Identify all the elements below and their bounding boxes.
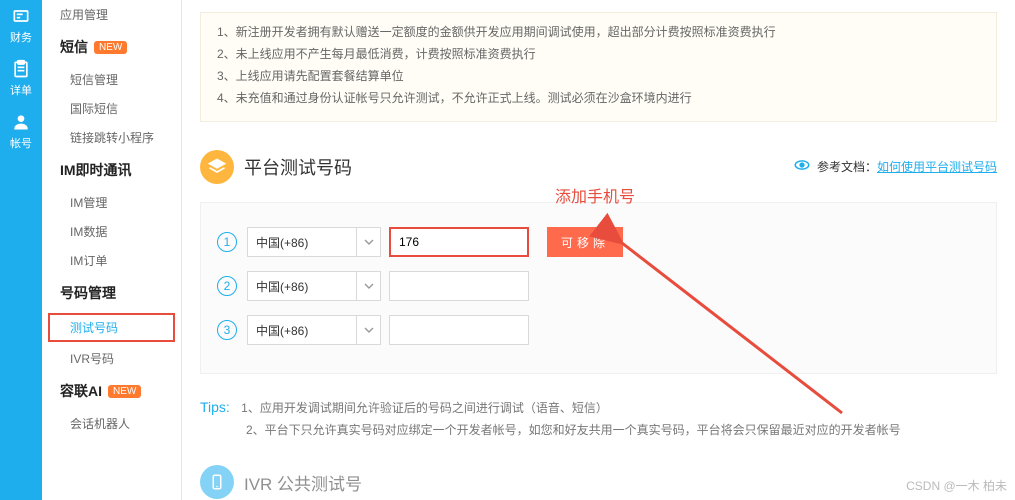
next-section-title: IVR 公共测试号	[244, 470, 362, 495]
sidebar-item-im-manage[interactable]: IM管理	[42, 188, 181, 217]
badge-new: NEW	[94, 41, 127, 54]
next-section-header: IVR 公共测试号	[200, 465, 997, 499]
phone-row: 3 中国(+86)	[217, 315, 980, 345]
phone-row: 1 中国(+86) 可移除	[217, 227, 980, 257]
country-dropdown-button[interactable]	[357, 315, 381, 345]
user-icon	[11, 112, 31, 132]
sidebar: 应用管理 短信 NEW 短信管理 国际短信 链接跳转小程序 IM即时通讯 IM管…	[42, 0, 182, 500]
sidebar-item-sms-manage[interactable]: 短信管理	[42, 65, 181, 94]
notice-line: 1、新注册开发者拥有默认赠送一定额度的金额供开发应用期间调试使用，超出部分计费按…	[217, 21, 980, 43]
sidebar-item-test-number[interactable]: 测试号码	[48, 313, 175, 342]
chevron-down-icon	[364, 281, 374, 291]
phone-input[interactable]	[389, 271, 529, 301]
row-number: 3	[217, 320, 237, 340]
country-dropdown-button[interactable]	[357, 227, 381, 257]
money-icon	[11, 6, 31, 26]
left-rail: 财务 详单 帐号	[0, 0, 42, 500]
phone-input[interactable]	[389, 315, 529, 345]
reference-doc: 参考文档： 如何使用平台测试号码	[793, 156, 997, 177]
reference-link[interactable]: 如何使用平台测试号码	[877, 158, 997, 175]
sidebar-top-item[interactable]: 应用管理	[42, 6, 181, 29]
sidebar-head-numbers[interactable]: 号码管理	[42, 275, 181, 311]
sidebar-item-im-orders[interactable]: IM订单	[42, 246, 181, 275]
row-number: 1	[217, 232, 237, 252]
rail-label: 帐号	[10, 135, 32, 151]
rail-item-details[interactable]: 详单	[10, 59, 32, 98]
sidebar-item-ivr-number[interactable]: IVR号码	[42, 344, 181, 373]
country-dropdown-button[interactable]	[357, 271, 381, 301]
country-select[interactable]: 中国(+86)	[247, 271, 357, 301]
phone-icon	[200, 465, 234, 499]
chevron-down-icon	[364, 325, 374, 335]
sidebar-item-intl-sms[interactable]: 国际短信	[42, 94, 181, 123]
sidebar-head-im[interactable]: IM即时通讯	[42, 152, 181, 188]
remove-button[interactable]: 可移除	[547, 227, 623, 257]
section-title: 平台测试号码	[244, 154, 352, 180]
phone-row: 2 中国(+86)	[217, 271, 980, 301]
sidebar-item-link-miniprogram[interactable]: 链接跳转小程序	[42, 123, 181, 152]
tips-label: Tips:	[200, 399, 230, 415]
chevron-down-icon	[364, 237, 374, 247]
notice-line: 2、未上线应用不产生每月最低消费，计费按照标准资费执行	[217, 43, 980, 65]
eye-icon	[793, 156, 811, 177]
badge-new: NEW	[108, 385, 141, 398]
rail-item-account[interactable]: 帐号	[10, 112, 32, 151]
section-header: 平台测试号码 参考文档： 如何使用平台测试号码	[200, 150, 997, 184]
notice-line: 4、未充值和通过身份认证帐号只允许测试，不允许正式上线。测试必须在沙盒环境内进行	[217, 87, 980, 109]
watermark: CSDN @一木 柏未	[906, 477, 1007, 494]
country-select[interactable]: 中国(+86)	[247, 227, 357, 257]
rail-label: 财务	[10, 29, 32, 45]
notice-box: 1、新注册开发者拥有默认赠送一定额度的金额供开发应用期间调试使用，超出部分计费按…	[200, 12, 997, 122]
rail-item-finance[interactable]: 财务	[10, 6, 32, 45]
sidebar-head-sms[interactable]: 短信 NEW	[42, 29, 181, 65]
notice-line: 3、上线应用请先配置套餐结算单位	[217, 65, 980, 87]
main-content: 1、新注册开发者拥有默认赠送一定额度的金额供开发应用期间调试使用，超出部分计费按…	[182, 0, 1015, 500]
country-select[interactable]: 中国(+86)	[247, 315, 357, 345]
phone-input[interactable]	[389, 227, 529, 257]
row-number: 2	[217, 276, 237, 296]
rail-label: 详单	[10, 82, 32, 98]
sidebar-item-chatbot[interactable]: 会话机器人	[42, 409, 181, 438]
clipboard-icon	[11, 59, 31, 79]
sidebar-head-ai[interactable]: 容联AI NEW	[42, 373, 181, 409]
layers-icon	[200, 150, 234, 184]
test-number-form: 添加手机号 1 中国(+86) 可移除 2 中国(+86) 3	[200, 202, 997, 374]
tips-block: Tips: 1、应用开发调试期间允许验证后的号码之间进行调试（语音、短信） 2、…	[200, 396, 997, 441]
annotation-label: 添加手机号	[555, 183, 635, 207]
sidebar-item-im-data[interactable]: IM数据	[42, 217, 181, 246]
